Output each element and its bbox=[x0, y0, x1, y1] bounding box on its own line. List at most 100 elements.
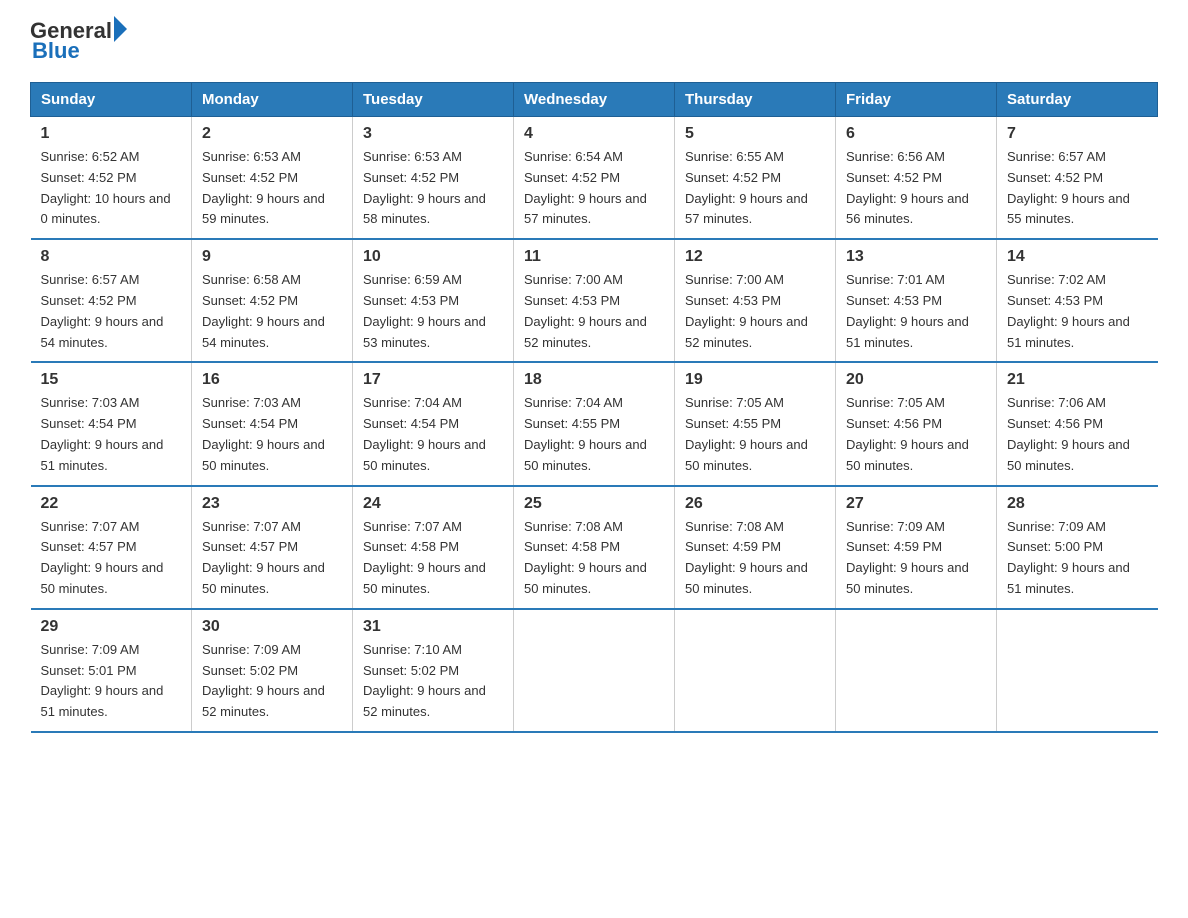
day-number: 18 bbox=[524, 371, 664, 389]
day-number: 23 bbox=[202, 495, 342, 513]
weekday-header-monday: Monday bbox=[192, 83, 353, 117]
day-info: Sunrise: 7:05 AM Sunset: 4:55 PM Dayligh… bbox=[685, 393, 825, 476]
day-number: 5 bbox=[685, 125, 825, 143]
calendar-cell: 29 Sunrise: 7:09 AM Sunset: 5:01 PM Dayl… bbox=[31, 609, 192, 732]
day-number: 10 bbox=[363, 248, 503, 266]
calendar-cell: 7 Sunrise: 6:57 AM Sunset: 4:52 PM Dayli… bbox=[997, 117, 1158, 240]
day-info: Sunrise: 7:09 AM Sunset: 5:02 PM Dayligh… bbox=[202, 640, 342, 723]
day-info: Sunrise: 7:08 AM Sunset: 4:59 PM Dayligh… bbox=[685, 517, 825, 600]
day-number: 3 bbox=[363, 125, 503, 143]
day-number: 17 bbox=[363, 371, 503, 389]
day-info: Sunrise: 7:05 AM Sunset: 4:56 PM Dayligh… bbox=[846, 393, 986, 476]
day-info: Sunrise: 6:57 AM Sunset: 4:52 PM Dayligh… bbox=[41, 270, 182, 353]
day-info: Sunrise: 7:02 AM Sunset: 4:53 PM Dayligh… bbox=[1007, 270, 1148, 353]
day-number: 1 bbox=[41, 125, 182, 143]
day-info: Sunrise: 6:53 AM Sunset: 4:52 PM Dayligh… bbox=[363, 147, 503, 230]
day-info: Sunrise: 7:10 AM Sunset: 5:02 PM Dayligh… bbox=[363, 640, 503, 723]
day-info: Sunrise: 6:55 AM Sunset: 4:52 PM Dayligh… bbox=[685, 147, 825, 230]
day-info: Sunrise: 6:53 AM Sunset: 4:52 PM Dayligh… bbox=[202, 147, 342, 230]
weekday-header-sunday: Sunday bbox=[31, 83, 192, 117]
calendar-cell: 6 Sunrise: 6:56 AM Sunset: 4:52 PM Dayli… bbox=[836, 117, 997, 240]
weekday-header-row: SundayMondayTuesdayWednesdayThursdayFrid… bbox=[31, 83, 1158, 117]
day-info: Sunrise: 6:56 AM Sunset: 4:52 PM Dayligh… bbox=[846, 147, 986, 230]
calendar-cell: 11 Sunrise: 7:00 AM Sunset: 4:53 PM Dayl… bbox=[514, 239, 675, 362]
calendar-cell bbox=[997, 609, 1158, 732]
weekday-header-friday: Friday bbox=[836, 83, 997, 117]
day-info: Sunrise: 6:57 AM Sunset: 4:52 PM Dayligh… bbox=[1007, 147, 1148, 230]
calendar-table: SundayMondayTuesdayWednesdayThursdayFrid… bbox=[30, 82, 1158, 733]
calendar-cell: 10 Sunrise: 6:59 AM Sunset: 4:53 PM Dayl… bbox=[353, 239, 514, 362]
day-info: Sunrise: 7:03 AM Sunset: 4:54 PM Dayligh… bbox=[202, 393, 342, 476]
calendar-cell: 15 Sunrise: 7:03 AM Sunset: 4:54 PM Dayl… bbox=[31, 362, 192, 485]
day-number: 15 bbox=[41, 371, 182, 389]
day-info: Sunrise: 7:01 AM Sunset: 4:53 PM Dayligh… bbox=[846, 270, 986, 353]
page-header: General Blue bbox=[30, 20, 1158, 64]
calendar-cell: 1 Sunrise: 6:52 AM Sunset: 4:52 PM Dayli… bbox=[31, 117, 192, 240]
day-number: 4 bbox=[524, 125, 664, 143]
day-info: Sunrise: 7:00 AM Sunset: 4:53 PM Dayligh… bbox=[524, 270, 664, 353]
calendar-cell bbox=[675, 609, 836, 732]
calendar-cell: 24 Sunrise: 7:07 AM Sunset: 4:58 PM Dayl… bbox=[353, 486, 514, 609]
day-info: Sunrise: 7:06 AM Sunset: 4:56 PM Dayligh… bbox=[1007, 393, 1148, 476]
logo: General Blue bbox=[30, 20, 127, 64]
day-number: 13 bbox=[846, 248, 986, 266]
weekday-header-thursday: Thursday bbox=[675, 83, 836, 117]
calendar-cell: 28 Sunrise: 7:09 AM Sunset: 5:00 PM Dayl… bbox=[997, 486, 1158, 609]
day-number: 2 bbox=[202, 125, 342, 143]
calendar-cell: 18 Sunrise: 7:04 AM Sunset: 4:55 PM Dayl… bbox=[514, 362, 675, 485]
weekday-header-tuesday: Tuesday bbox=[353, 83, 514, 117]
day-info: Sunrise: 7:00 AM Sunset: 4:53 PM Dayligh… bbox=[685, 270, 825, 353]
calendar-cell: 27 Sunrise: 7:09 AM Sunset: 4:59 PM Dayl… bbox=[836, 486, 997, 609]
day-number: 7 bbox=[1007, 125, 1148, 143]
day-number: 27 bbox=[846, 495, 986, 513]
day-number: 31 bbox=[363, 618, 503, 636]
day-info: Sunrise: 6:58 AM Sunset: 4:52 PM Dayligh… bbox=[202, 270, 342, 353]
day-number: 20 bbox=[846, 371, 986, 389]
day-number: 25 bbox=[524, 495, 664, 513]
calendar-cell: 31 Sunrise: 7:10 AM Sunset: 5:02 PM Dayl… bbox=[353, 609, 514, 732]
day-number: 12 bbox=[685, 248, 825, 266]
day-number: 16 bbox=[202, 371, 342, 389]
logo-blue: Blue bbox=[32, 38, 127, 64]
calendar-cell: 22 Sunrise: 7:07 AM Sunset: 4:57 PM Dayl… bbox=[31, 486, 192, 609]
calendar-cell: 16 Sunrise: 7:03 AM Sunset: 4:54 PM Dayl… bbox=[192, 362, 353, 485]
day-info: Sunrise: 7:09 AM Sunset: 5:00 PM Dayligh… bbox=[1007, 517, 1148, 600]
calendar-cell: 2 Sunrise: 6:53 AM Sunset: 4:52 PM Dayli… bbox=[192, 117, 353, 240]
weekday-header-wednesday: Wednesday bbox=[514, 83, 675, 117]
day-number: 29 bbox=[41, 618, 182, 636]
day-info: Sunrise: 7:03 AM Sunset: 4:54 PM Dayligh… bbox=[41, 393, 182, 476]
calendar-cell: 4 Sunrise: 6:54 AM Sunset: 4:52 PM Dayli… bbox=[514, 117, 675, 240]
calendar-cell: 12 Sunrise: 7:00 AM Sunset: 4:53 PM Dayl… bbox=[675, 239, 836, 362]
day-number: 28 bbox=[1007, 495, 1148, 513]
day-info: Sunrise: 6:59 AM Sunset: 4:53 PM Dayligh… bbox=[363, 270, 503, 353]
day-info: Sunrise: 7:07 AM Sunset: 4:58 PM Dayligh… bbox=[363, 517, 503, 600]
calendar-cell: 13 Sunrise: 7:01 AM Sunset: 4:53 PM Dayl… bbox=[836, 239, 997, 362]
calendar-cell: 25 Sunrise: 7:08 AM Sunset: 4:58 PM Dayl… bbox=[514, 486, 675, 609]
calendar-cell: 14 Sunrise: 7:02 AM Sunset: 4:53 PM Dayl… bbox=[997, 239, 1158, 362]
calendar-cell bbox=[836, 609, 997, 732]
day-info: Sunrise: 7:09 AM Sunset: 4:59 PM Dayligh… bbox=[846, 517, 986, 600]
day-number: 19 bbox=[685, 371, 825, 389]
calendar-cell: 3 Sunrise: 6:53 AM Sunset: 4:52 PM Dayli… bbox=[353, 117, 514, 240]
day-number: 30 bbox=[202, 618, 342, 636]
calendar-cell: 19 Sunrise: 7:05 AM Sunset: 4:55 PM Dayl… bbox=[675, 362, 836, 485]
week-row-4: 22 Sunrise: 7:07 AM Sunset: 4:57 PM Dayl… bbox=[31, 486, 1158, 609]
day-number: 9 bbox=[202, 248, 342, 266]
calendar-cell: 17 Sunrise: 7:04 AM Sunset: 4:54 PM Dayl… bbox=[353, 362, 514, 485]
week-row-3: 15 Sunrise: 7:03 AM Sunset: 4:54 PM Dayl… bbox=[31, 362, 1158, 485]
calendar-cell: 26 Sunrise: 7:08 AM Sunset: 4:59 PM Dayl… bbox=[675, 486, 836, 609]
day-number: 21 bbox=[1007, 371, 1148, 389]
day-number: 14 bbox=[1007, 248, 1148, 266]
day-info: Sunrise: 7:07 AM Sunset: 4:57 PM Dayligh… bbox=[202, 517, 342, 600]
calendar-cell: 9 Sunrise: 6:58 AM Sunset: 4:52 PM Dayli… bbox=[192, 239, 353, 362]
day-number: 11 bbox=[524, 248, 664, 266]
day-number: 6 bbox=[846, 125, 986, 143]
calendar-cell: 23 Sunrise: 7:07 AM Sunset: 4:57 PM Dayl… bbox=[192, 486, 353, 609]
day-info: Sunrise: 6:52 AM Sunset: 4:52 PM Dayligh… bbox=[41, 147, 182, 230]
day-info: Sunrise: 7:04 AM Sunset: 4:55 PM Dayligh… bbox=[524, 393, 664, 476]
calendar-cell bbox=[514, 609, 675, 732]
week-row-1: 1 Sunrise: 6:52 AM Sunset: 4:52 PM Dayli… bbox=[31, 117, 1158, 240]
day-number: 8 bbox=[41, 248, 182, 266]
day-info: Sunrise: 7:08 AM Sunset: 4:58 PM Dayligh… bbox=[524, 517, 664, 600]
calendar-cell: 30 Sunrise: 7:09 AM Sunset: 5:02 PM Dayl… bbox=[192, 609, 353, 732]
